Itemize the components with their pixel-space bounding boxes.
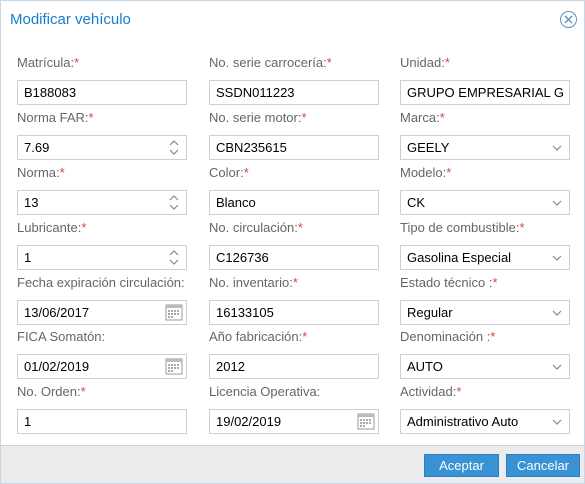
spinner-arrows-icon[interactable]: [162, 191, 186, 214]
no-orden-input[interactable]: 1: [17, 409, 187, 434]
matricula-label: Matrícula:*: [17, 55, 80, 70]
chevron-down-icon[interactable]: [545, 355, 569, 378]
norma-far-label: Norma FAR:*: [17, 110, 94, 125]
lubricante-input[interactable]: 1: [17, 245, 187, 270]
fecha-expiracion-label: Fecha expiración circulación:: [17, 275, 185, 290]
estado-tecnico-combo[interactable]: Regular: [400, 300, 570, 325]
dialog-title: Modificar vehículo: [10, 11, 131, 28]
calendar-icon[interactable]: [162, 301, 186, 324]
lubricante-label: Lubricante:*: [17, 220, 87, 235]
marca-label: Marca:*: [400, 110, 445, 125]
no-serie-carroceria-label: No. serie carrocería:*: [209, 55, 332, 70]
tipo-combustible-combo[interactable]: Gasolina Especial: [400, 245, 570, 270]
licencia-operativa-label: Licencia Operativa:: [209, 384, 321, 399]
calendar-icon[interactable]: [354, 410, 378, 433]
unidad-input[interactable]: GRUPO EMPRESARIAL G: [400, 80, 570, 105]
no-serie-motor-label: No. serie motor:*: [209, 110, 307, 125]
actividad-combo[interactable]: Administrativo Auto: [400, 409, 570, 434]
no-circulacion-label: No. circulación:*: [209, 220, 303, 235]
no-orden-label: No. Orden:*: [17, 384, 86, 399]
modelo-combo[interactable]: CK: [400, 190, 570, 215]
fica-somaton-label: FICA Somatón:: [17, 329, 106, 344]
modelo-label: Modelo:*: [400, 165, 452, 180]
unidad-label: Unidad:*: [400, 55, 450, 70]
norma-label: Norma:*: [17, 165, 65, 180]
denominacion-label: Denominación :*: [400, 329, 496, 344]
chevron-down-icon[interactable]: [545, 301, 569, 324]
dialog-footer: Aceptar Cancelar: [1, 445, 584, 483]
fecha-expiracion-input[interactable]: 13/06/2017: [17, 300, 187, 325]
close-icon[interactable]: [560, 11, 577, 28]
no-serie-motor-input[interactable]: CBN235615: [209, 135, 379, 160]
licencia-operativa-input[interactable]: 19/02/2019: [209, 409, 379, 434]
no-circulacion-input[interactable]: C126736: [209, 245, 379, 270]
color-input[interactable]: Blanco: [209, 190, 379, 215]
no-serie-carroceria-input[interactable]: SSDN011223: [209, 80, 379, 105]
chevron-down-icon[interactable]: [545, 246, 569, 269]
cancel-button[interactable]: Cancelar: [506, 454, 580, 477]
chevron-down-icon[interactable]: [545, 136, 569, 159]
actividad-label: Actividad:*: [400, 384, 462, 399]
dialog-titlebar[interactable]: Modificar vehículo: [1, 1, 584, 38]
spinner-arrows-icon[interactable]: [162, 246, 186, 269]
no-inventario-label: No. inventario:*: [209, 275, 298, 290]
norma-far-input[interactable]: 7.69: [17, 135, 187, 160]
accept-button[interactable]: Aceptar: [424, 454, 499, 477]
modificar-vehiculo-dialog: Modificar vehículo Matrícula:* B188083 N…: [0, 0, 585, 484]
color-label: Color:*: [209, 165, 249, 180]
fica-somaton-input[interactable]: 01/02/2019: [17, 354, 187, 379]
spinner-arrows-icon[interactable]: [162, 136, 186, 159]
matricula-input[interactable]: B188083: [17, 80, 187, 105]
chevron-down-icon[interactable]: [545, 191, 569, 214]
chevron-down-icon[interactable]: [545, 410, 569, 433]
tipo-combustible-label: Tipo de combustible:*: [400, 220, 525, 235]
anio-fabricacion-label: Año fabricación:*: [209, 329, 308, 344]
dialog-body: Matrícula:* B188083 Norma FAR:* 7.69 Nor…: [5, 38, 580, 444]
no-inventario-input[interactable]: 16133105: [209, 300, 379, 325]
calendar-icon[interactable]: [162, 355, 186, 378]
anio-fabricacion-input[interactable]: 2012: [209, 354, 379, 379]
marca-combo[interactable]: GEELY: [400, 135, 570, 160]
norma-input[interactable]: 13: [17, 190, 187, 215]
denominacion-combo[interactable]: AUTO: [400, 354, 570, 379]
estado-tecnico-label: Estado técnico :*: [400, 275, 498, 290]
